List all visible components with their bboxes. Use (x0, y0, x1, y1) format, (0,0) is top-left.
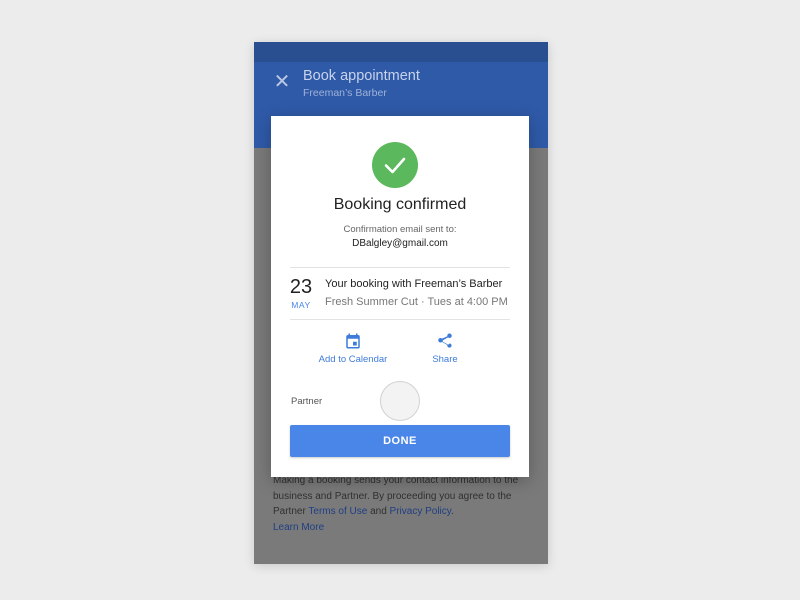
calendar-icon (346, 333, 360, 349)
booking-date-day: 23 (289, 276, 313, 298)
app-bar-title: Book appointment (303, 68, 420, 84)
confirmation-sent-label: Confirmation email sent to: (343, 224, 457, 235)
done-button[interactable]: DONE (290, 425, 510, 457)
partner-label: Partner (291, 396, 323, 407)
booking-detail: Fresh Summer Cut · Tues at 4:00 PM (325, 296, 508, 308)
legal-period: . (451, 506, 454, 517)
success-badge (372, 142, 418, 188)
legal-notice: Making a booking sends your contact info… (273, 473, 537, 535)
add-to-calendar-label: Add to Calendar (318, 354, 388, 365)
share-button[interactable]: Share (425, 332, 465, 365)
booking-title: Your booking with Freeman’s Barber (325, 278, 503, 290)
add-to-calendar-button[interactable]: Add to Calendar (309, 332, 397, 365)
share-label: Share (432, 354, 458, 365)
dialog-heading: Booking confirmed (333, 196, 467, 213)
booking-date-month: MAY (291, 300, 311, 310)
confirmation-email: DBalgley@gmail.com (352, 238, 448, 249)
close-icon[interactable]: ✕ (272, 72, 292, 92)
app-bar-subtitle: Freeman’s Barber (303, 87, 387, 99)
share-icon (438, 333, 452, 348)
check-icon (384, 157, 406, 174)
divider (290, 267, 510, 268)
booking-confirmed-dialog: Booking confirmed Confirmation email sen… (271, 116, 529, 477)
status-bar (254, 42, 548, 62)
divider (290, 319, 510, 320)
legal-and: and (367, 506, 390, 517)
terms-of-use-link[interactable]: Terms of Use (308, 506, 367, 517)
touch-indicator (380, 381, 420, 421)
privacy-policy-link[interactable]: Privacy Policy (390, 506, 452, 517)
learn-more-link[interactable]: Learn More (273, 520, 537, 536)
